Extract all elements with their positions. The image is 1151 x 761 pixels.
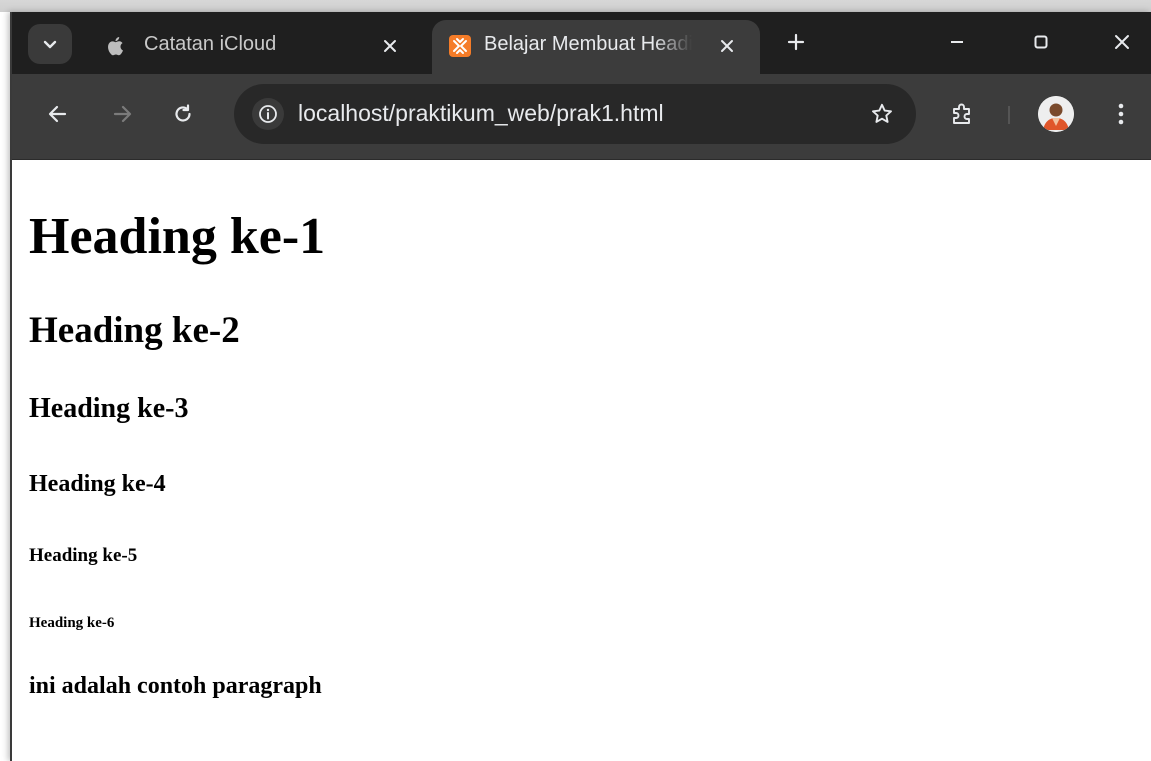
heading-6: Heading ke-6 bbox=[29, 615, 115, 631]
maximize-button[interactable] bbox=[1016, 22, 1066, 62]
tab-belajar-membuat-heading[interactable]: Belajar Membuat Heading bbox=[432, 20, 760, 74]
tab-title: Catatan iCloud bbox=[144, 33, 277, 55]
address-bar[interactable]: localhost/praktikum_web/prak1.html bbox=[234, 84, 916, 144]
chevron-down-icon bbox=[43, 40, 57, 49]
toolbar-divider bbox=[1008, 106, 1010, 124]
puzzle-icon bbox=[953, 103, 970, 124]
tab-search-button[interactable] bbox=[28, 24, 72, 64]
page-content: Heading ke-1 Heading ke-2 Heading ke-3 H… bbox=[12, 161, 1151, 761]
close-tab-button[interactable] bbox=[714, 33, 740, 59]
back-button[interactable] bbox=[40, 96, 76, 132]
maximize-icon bbox=[1034, 35, 1048, 49]
arrow-right-icon bbox=[113, 105, 132, 123]
heading-1: Heading ke-1 bbox=[29, 208, 326, 265]
info-icon bbox=[259, 105, 277, 123]
desktop-background bbox=[0, 0, 1151, 12]
browser-window: Catatan iCloud Belajar Membuat Heading bbox=[10, 12, 1151, 761]
close-icon bbox=[721, 40, 733, 52]
arrow-left-icon bbox=[48, 105, 67, 123]
star-icon bbox=[872, 103, 892, 123]
xampp-icon bbox=[449, 35, 471, 57]
minimize-icon bbox=[951, 41, 963, 43]
close-icon bbox=[1115, 35, 1129, 49]
screenshot-frame: Catatan iCloud Belajar Membuat Heading bbox=[0, 0, 1151, 761]
close-tab-button[interactable] bbox=[377, 33, 403, 59]
new-tab-button[interactable] bbox=[780, 26, 812, 58]
browser-toolbar: localhost/praktikum_web/prak1.html bbox=[12, 74, 1151, 160]
minimize-button[interactable] bbox=[932, 22, 982, 62]
browser-menu-button[interactable] bbox=[1106, 96, 1136, 132]
tab-catatan-icloud[interactable]: Catatan iCloud bbox=[92, 20, 428, 74]
close-window-button[interactable] bbox=[1097, 22, 1147, 62]
heading-4: Heading ke-4 bbox=[29, 471, 166, 497]
reload-button[interactable] bbox=[165, 96, 201, 132]
plus-icon bbox=[787, 33, 805, 51]
tab-title: Belajar Membuat Heading bbox=[484, 33, 692, 55]
bookmark-button[interactable] bbox=[866, 98, 898, 130]
paragraph: ini adalah contoh paragraph bbox=[29, 673, 322, 699]
heading-3: Heading ke-3 bbox=[29, 393, 189, 424]
extensions-button[interactable] bbox=[944, 96, 980, 132]
reload-icon bbox=[175, 104, 191, 122]
heading-2: Heading ke-2 bbox=[29, 310, 240, 351]
forward-button[interactable] bbox=[104, 96, 140, 132]
site-info-button[interactable] bbox=[252, 98, 284, 130]
profile-avatar[interactable] bbox=[1038, 96, 1074, 132]
avatar-icon bbox=[1038, 96, 1074, 132]
close-icon bbox=[384, 40, 396, 52]
url-text: localhost/praktikum_web/prak1.html bbox=[298, 100, 664, 126]
heading-5: Heading ke-5 bbox=[29, 545, 138, 566]
apple-icon bbox=[108, 37, 123, 56]
more-vertical-icon bbox=[1118, 103, 1124, 125]
tab-bar: Catatan iCloud Belajar Membuat Heading bbox=[12, 12, 1151, 74]
